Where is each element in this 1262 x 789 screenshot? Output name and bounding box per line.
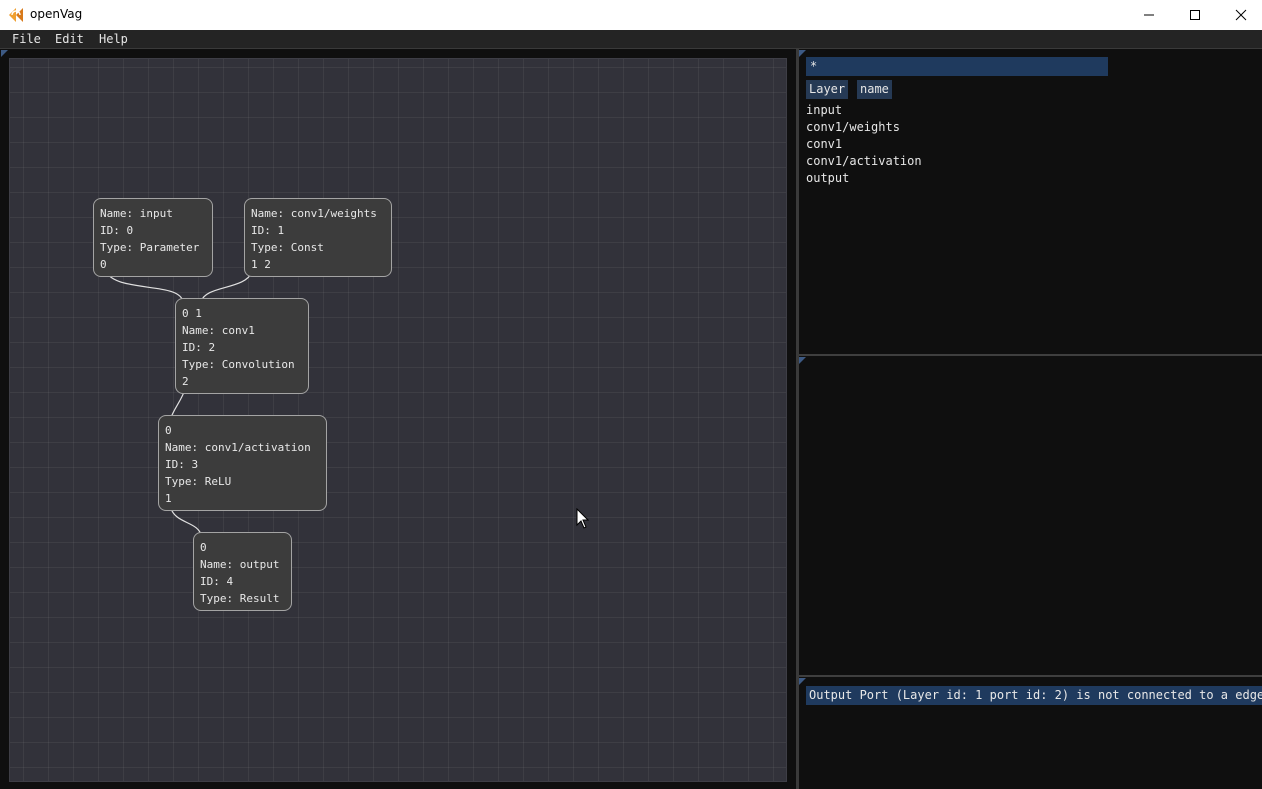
node-line: ID: 2 xyxy=(182,341,216,354)
menu-help[interactable]: Help xyxy=(99,32,128,46)
layer-list-item[interactable]: conv1/weights xyxy=(806,120,900,134)
log-message[interactable]: Output Port (Layer id: 1 port id: 2) is … xyxy=(806,686,1262,705)
graph-node-conv1-activation[interactable]: 0 Name: conv1/activation ID: 3 Type: ReL… xyxy=(158,415,327,511)
graph-node-conv1[interactable]: 0 1 Name: conv1 ID: 2 Type: Convolution … xyxy=(175,298,309,394)
node-input-port[interactable]: 0 xyxy=(200,539,285,556)
node-canvas[interactable] xyxy=(9,58,787,782)
node-line: Type: Parameter xyxy=(100,241,200,254)
close-icon xyxy=(1235,9,1247,21)
node-line: ID: 3 xyxy=(165,458,199,471)
graph-node-input[interactable]: Name: input ID: 0 Type: Parameter 0 xyxy=(93,198,213,277)
graph-panel-collapse-icon[interactable] xyxy=(1,50,8,57)
properties-panel xyxy=(799,356,1262,675)
maximize-button[interactable] xyxy=(1172,0,1218,30)
app-logo-icon xyxy=(9,8,23,22)
maximize-icon xyxy=(1190,10,1200,20)
layer-list-item[interactable]: output xyxy=(806,171,849,185)
log-panel-collapse-icon[interactable] xyxy=(799,678,806,685)
node-line: ID: 0 xyxy=(100,224,134,237)
minimize-button[interactable] xyxy=(1126,0,1172,30)
node-line: Type: ReLU xyxy=(165,475,232,488)
node-input-port[interactable]: 0 xyxy=(165,422,320,439)
column-header-layer[interactable]: Layer xyxy=(806,80,849,99)
node-output-port[interactable]: 1 2 xyxy=(251,256,385,273)
node-line: Type: Result xyxy=(200,592,280,605)
layers-panel-collapse-icon[interactable] xyxy=(799,50,806,57)
graph-node-output[interactable]: 0 Name: output ID: 4 Type: Result xyxy=(193,532,292,611)
column-header-name[interactable]: name xyxy=(857,80,892,99)
node-line: Type: Const xyxy=(251,241,324,254)
node-line: Name: output xyxy=(200,558,280,571)
close-button[interactable] xyxy=(1218,0,1262,30)
layer-filter-input[interactable] xyxy=(806,57,1108,76)
minimize-icon xyxy=(1144,14,1154,16)
node-line: Type: Convolution xyxy=(182,358,295,371)
node-line: ID: 1 xyxy=(251,224,285,237)
mouse-cursor-icon xyxy=(576,508,590,529)
window-title: openVag xyxy=(30,7,83,21)
node-input-port[interactable]: 0 1 xyxy=(182,305,302,322)
layer-list-item[interactable]: conv1 xyxy=(806,137,842,151)
node-line: Name: conv1 xyxy=(182,324,255,337)
graph-node-conv1-weights[interactable]: Name: conv1/weights ID: 1 Type: Const 1 … xyxy=(244,198,392,277)
menu-bar: File Edit Help xyxy=(0,30,1262,49)
node-output-port[interactable]: 2 xyxy=(182,373,302,390)
node-output-port[interactable]: 1 xyxy=(165,490,320,507)
node-output-port[interactable]: 0 xyxy=(100,256,206,273)
layer-list-item[interactable]: conv1/activation xyxy=(806,154,922,168)
properties-panel-collapse-icon[interactable] xyxy=(799,357,806,364)
node-line: Name: conv1/weights xyxy=(251,207,377,220)
menu-file[interactable]: File xyxy=(12,32,41,46)
layer-list-item[interactable]: input xyxy=(806,103,842,117)
menu-edit[interactable]: Edit xyxy=(55,32,84,46)
node-line: ID: 4 xyxy=(200,575,234,588)
node-line: Name: conv1/activation xyxy=(165,441,311,454)
node-line: Name: input xyxy=(100,207,173,220)
title-bar: openVag xyxy=(0,0,1262,30)
